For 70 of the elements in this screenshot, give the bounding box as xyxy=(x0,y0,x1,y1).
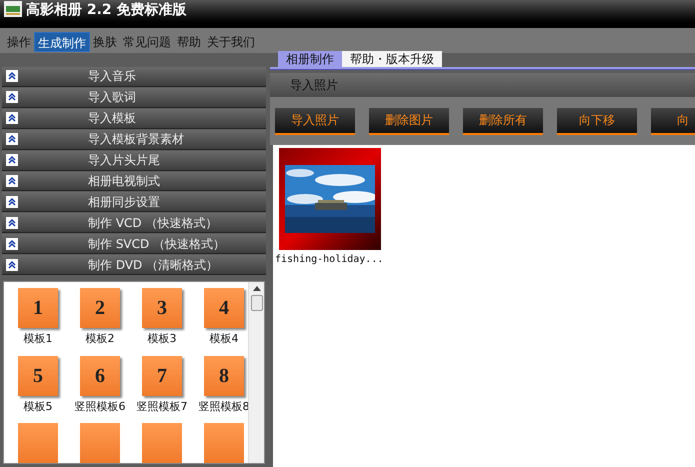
collapse-icon xyxy=(6,91,18,104)
menu-item[interactable]: 关于我们 xyxy=(204,32,258,52)
tab[interactable]: 帮助・版本升级 xyxy=(342,51,442,67)
accordion-label: 相册同步设置 xyxy=(88,194,160,211)
accordion-header[interactable]: 导入音乐 xyxy=(2,67,266,87)
accordion-label: 导入模板 xyxy=(88,110,136,128)
template-tile[interactable]: 1 xyxy=(18,288,58,328)
accordion-label: 导入音乐 xyxy=(88,68,136,86)
accordion-header[interactable]: 制作 VCD （快速格式） xyxy=(2,213,266,234)
accordion-header[interactable]: 导入模板 xyxy=(2,108,266,129)
accordion-header[interactable]: 导入模板背景素材 xyxy=(2,130,266,150)
template-tile[interactable]: 6 xyxy=(80,356,120,396)
scroll-thumb[interactable] xyxy=(250,295,262,312)
template-label: 模板1 xyxy=(24,331,52,348)
template-tile[interactable] xyxy=(204,423,244,464)
template-label: 模板2 xyxy=(86,331,114,348)
accordion-header[interactable]: 制作 DVD （清晰格式） xyxy=(2,255,266,276)
scroll-up-icon[interactable] xyxy=(252,286,260,292)
accordion-label: 制作 SVCD （快速格式） xyxy=(88,236,226,253)
toolbar-button[interactable]: 向下移 xyxy=(557,108,637,134)
accordion-label: 制作 DVD （清晰格式） xyxy=(88,256,218,274)
app-icon xyxy=(4,1,22,17)
template-label: 模板3 xyxy=(148,331,176,348)
photo-frame[interactable] xyxy=(279,148,381,250)
window-title: 高影相册 2.2 免费标准版 xyxy=(26,1,187,19)
template-label: 竖照模板7 xyxy=(136,398,188,415)
menu-item[interactable]: 常见问题 xyxy=(120,32,174,52)
collapse-icon xyxy=(6,70,18,82)
scrollbar[interactable] xyxy=(248,282,264,464)
accordion-label: 相册电视制式 xyxy=(88,172,160,190)
photo-caption: fishing-holiday... xyxy=(275,253,384,267)
accordion-header[interactable]: 相册电视制式 xyxy=(2,172,266,192)
toolbar-button[interactable]: 删除所有 xyxy=(463,108,543,134)
template-label: 模板4 xyxy=(210,331,238,348)
accordion-header[interactable]: 导入歌词 xyxy=(2,88,266,108)
menu-item[interactable]: 帮助 xyxy=(174,32,204,52)
section-title: 导入照片 xyxy=(290,77,338,94)
menu-item[interactable]: 换肤 xyxy=(90,32,120,52)
template-tile[interactable] xyxy=(80,423,120,464)
template-tile[interactable]: 2 xyxy=(80,288,120,328)
accordion-label: 导入模板背景素材 xyxy=(88,131,184,148)
template-label: 模板5 xyxy=(24,398,52,415)
toolbar-button[interactable]: 向 xyxy=(651,108,695,134)
collapse-icon xyxy=(6,216,18,229)
collapse-icon xyxy=(6,238,18,250)
collapse-icon xyxy=(6,196,18,208)
accordion-label: 导入片头片尾 xyxy=(88,152,160,170)
toolbar-button[interactable]: 导入照片 xyxy=(275,108,355,134)
template-tile[interactable] xyxy=(18,423,58,464)
tab[interactable]: 相册制作 xyxy=(278,51,342,67)
template-tile[interactable]: 4 xyxy=(204,288,244,328)
collapse-icon xyxy=(6,154,18,166)
menu-item[interactable]: 生成制作 xyxy=(34,32,90,52)
accordion-header[interactable]: 导入片头片尾 xyxy=(2,150,266,171)
collapse-icon xyxy=(6,258,18,271)
accordion-header[interactable]: 制作 SVCD （快速格式） xyxy=(2,234,266,254)
collapse-icon xyxy=(6,133,18,146)
collapse-icon xyxy=(6,112,18,124)
collapse-icon xyxy=(6,174,18,187)
template-tile[interactable]: 5 xyxy=(18,356,58,396)
template-tile[interactable]: 8 xyxy=(204,356,244,396)
toolbar-button[interactable]: 删除图片 xyxy=(369,108,449,134)
accordion-label: 制作 VCD （快速格式） xyxy=(88,214,218,232)
menu-item[interactable]: 操作 xyxy=(4,32,34,52)
template-tile[interactable]: 3 xyxy=(142,288,182,328)
accordion-label: 导入歌词 xyxy=(88,89,136,106)
template-label: 竖照模板6 xyxy=(74,398,126,415)
template-tile[interactable]: 7 xyxy=(142,356,182,396)
template-tile[interactable] xyxy=(142,423,182,464)
accordion-header[interactable]: 相册同步设置 xyxy=(2,192,266,212)
